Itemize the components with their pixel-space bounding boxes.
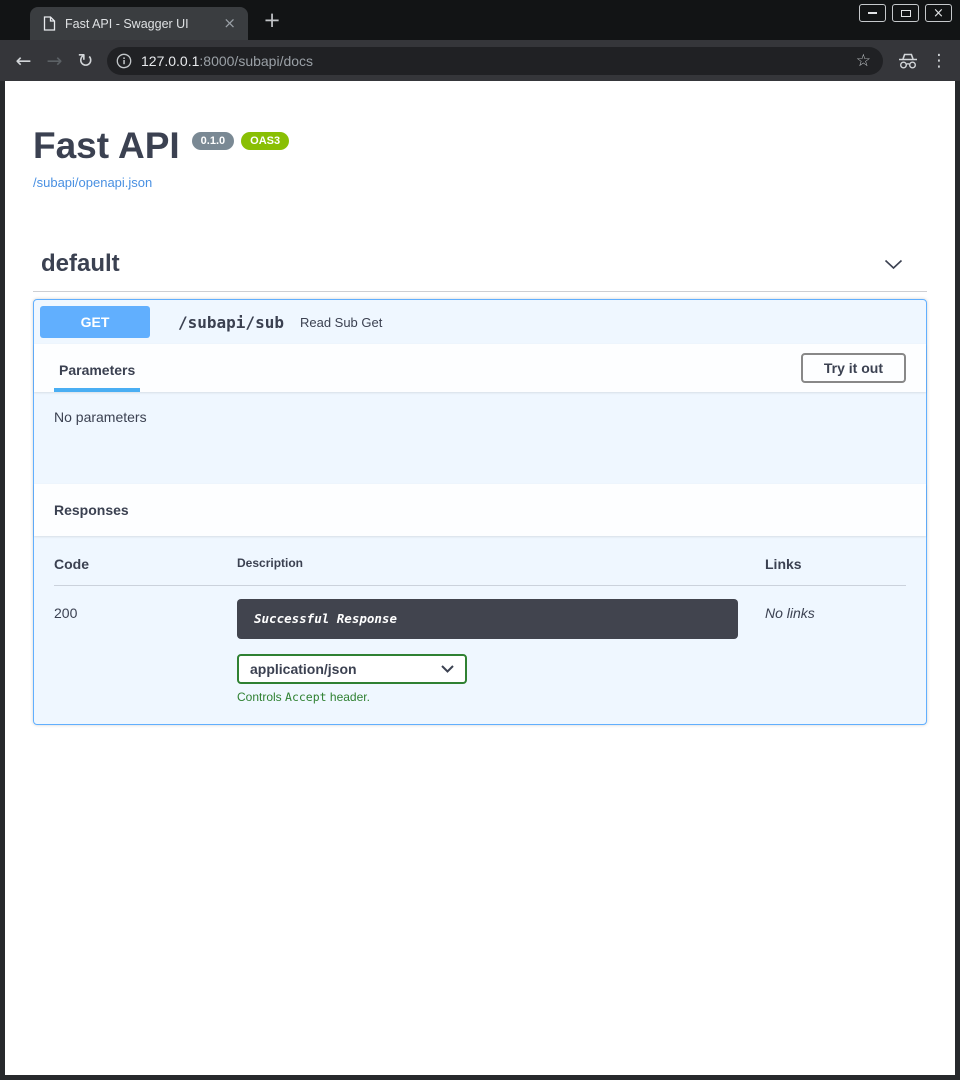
tab-parameters: Parameters <box>54 362 140 392</box>
response-description-box: Successful Response <box>237 599 738 639</box>
new-tab-button[interactable]: + <box>260 9 284 31</box>
operation-path: /subapi/sub <box>178 313 284 332</box>
column-header-code: Code <box>54 556 237 572</box>
minimize-button[interactable] <box>859 4 886 22</box>
accept-note-post: header. <box>327 690 370 704</box>
maximize-icon <box>901 10 911 17</box>
tab-close-icon[interactable]: × <box>219 16 240 31</box>
maximize-button[interactable] <box>892 4 919 22</box>
browser-menu-icon[interactable]: ⋮ <box>926 51 952 71</box>
response-code: 200 <box>54 599 237 704</box>
accept-note-code: Accept <box>285 690 327 704</box>
operation-summary[interactable]: GET /subapi/sub Read Sub Get <box>34 300 926 344</box>
browser-toolbar: ← → ↻ 127.0.0.1:8000/subapi/docs ☆ ⋮ <box>0 40 960 81</box>
openapi-spec-link[interactable]: /subapi/openapi.json <box>33 175 152 190</box>
operation-block: GET /subapi/sub Read Sub Get Parameters … <box>33 299 927 725</box>
responses-table-header: Code Description Links <box>54 556 906 586</box>
titlebar: Fast API - Swagger UI × + × <box>0 0 960 40</box>
select-chevron-icon <box>441 665 454 673</box>
media-type-select[interactable]: application/json <box>237 654 467 684</box>
response-row-200: 200 Successful Response application/json <box>54 586 906 704</box>
chevron-down-icon[interactable] <box>884 259 903 270</box>
accept-header-note: Controls Accept header. <box>237 690 765 704</box>
page-title: Fast API <box>33 127 180 165</box>
bookmark-star-icon[interactable]: ☆ <box>854 51 873 71</box>
browser-window: Fast API - Swagger UI × + × ← → ↻ 127.0.… <box>0 0 960 1080</box>
address-bar[interactable]: 127.0.0.1:8000/subapi/docs ☆ <box>107 47 883 75</box>
api-info: Fast API 0.1.0 OAS3 /subapi/openapi.json <box>33 127 927 192</box>
responses-body: Code Description Links 200 Successful Re… <box>34 536 926 724</box>
oas3-badge: OAS3 <box>241 132 289 150</box>
response-description-cell: Successful Response application/json Con… <box>237 599 765 704</box>
url-host: 127.0.0.1 <box>141 53 199 69</box>
tag-header-default[interactable]: default <box>33 250 927 292</box>
response-links: No links <box>765 599 906 704</box>
version-badge: 0.1.0 <box>192 132 234 150</box>
document-icon <box>43 16 56 31</box>
operation-description: Read Sub Get <box>300 315 382 330</box>
responses-title: Responses <box>54 502 129 518</box>
no-parameters-text: No parameters <box>54 409 147 425</box>
column-header-links: Links <box>765 556 906 572</box>
site-info-icon[interactable] <box>116 53 132 69</box>
parameters-body: No parameters <box>34 392 926 484</box>
tab-title: Fast API - Swagger UI <box>65 17 210 31</box>
url-text: 127.0.0.1:8000/subapi/docs <box>141 53 845 69</box>
tag-section: default GET /subapi/sub Read Sub Get Par… <box>33 250 927 725</box>
response-description-text: Successful Response <box>254 611 397 626</box>
accept-note-pre: Controls <box>237 690 285 704</box>
incognito-icon <box>896 51 920 71</box>
back-button[interactable]: ← <box>8 45 39 76</box>
responses-header: Responses <box>34 484 926 536</box>
media-type-value: application/json <box>250 661 357 677</box>
forward-button[interactable]: → <box>39 45 70 76</box>
close-icon: × <box>933 7 944 20</box>
http-method-badge: GET <box>40 306 150 338</box>
minimize-icon <box>868 12 877 14</box>
close-button[interactable]: × <box>925 4 952 22</box>
url-path: :8000/subapi/docs <box>199 53 313 69</box>
column-header-description: Description <box>237 556 765 572</box>
page-content: Fast API 0.1.0 OAS3 /subapi/openapi.json… <box>5 81 955 1075</box>
try-it-out-button[interactable]: Try it out <box>801 353 906 383</box>
reload-button[interactable]: ↻ <box>70 45 101 76</box>
window-controls: × <box>859 4 952 22</box>
parameters-header: Parameters Try it out <box>34 344 926 392</box>
browser-tab[interactable]: Fast API - Swagger UI × <box>30 7 248 40</box>
tag-name: default <box>41 250 120 278</box>
